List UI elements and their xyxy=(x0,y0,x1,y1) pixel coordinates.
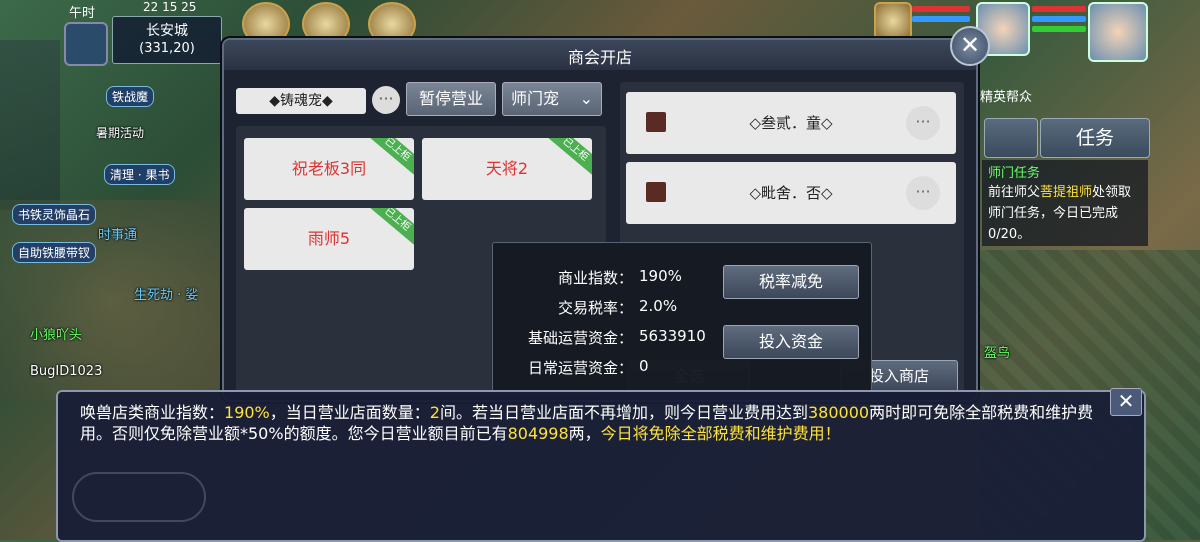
npc-name-3[interactable]: 小狼吖头 xyxy=(30,324,82,343)
tooltip-close-icon[interactable]: ✕ xyxy=(1110,388,1142,416)
location-box[interactable]: 长安城 (331,20) xyxy=(112,16,222,64)
tooltip-panel: 唤兽店类商业指数：190%，当日营业店面数量：2间。若当日营业店面不再增加，则今… xyxy=(56,390,1146,542)
player-avatar[interactable] xyxy=(1088,2,1148,62)
pet-checkbox[interactable] xyxy=(646,112,666,132)
dialog-title: 商会开店 xyxy=(567,48,632,67)
player-hp-bar xyxy=(1032,6,1086,12)
minimap-icon[interactable] xyxy=(64,22,108,66)
city-coords: (331,20) xyxy=(139,41,195,56)
pause-business-button[interactable]: 暂停营业 xyxy=(406,82,496,116)
clock: 22 15 25 xyxy=(143,0,197,14)
chevron-down-icon: ⌄ xyxy=(579,89,593,108)
player-exp-bar xyxy=(1032,26,1086,32)
pet-mp-bar xyxy=(912,16,970,22)
quest-panel[interactable]: 师门任务 前往师父菩提祖师处领取师门任务，今日已完成0/20。 xyxy=(982,160,1148,246)
side-tag-4[interactable]: 书铁灵饰晶石 xyxy=(12,204,97,225)
pet-avatar-icon[interactable] xyxy=(874,2,912,40)
dialog-header: 商会开店 xyxy=(224,40,976,70)
business-info-popup: 商业指数： 190% 交易税率： 2.0% 基础运营资金： 5633910 日常… xyxy=(492,242,872,392)
pet-row-2[interactable]: ◇毗舍．否◇ ··· xyxy=(626,162,956,224)
city-name: 长安城 xyxy=(146,23,188,39)
tooltip-text: 唤兽店类商业指数：190%，当日营业店面数量：2间。若当日营业店面不再增加，则今… xyxy=(80,403,1094,443)
pet-row-1[interactable]: ◇叁贰．童◇ ··· xyxy=(626,92,956,154)
pet-hp-bar xyxy=(912,6,970,12)
info-key-3: 基础运营资金： xyxy=(527,329,633,347)
npc-name-right[interactable]: 盔鸟 xyxy=(984,342,1010,361)
pet-more-button[interactable]: ··· xyxy=(906,176,940,210)
time-period: 午时 xyxy=(69,6,96,21)
tax-relief-button[interactable]: 税率减免 xyxy=(723,265,859,299)
quest-title: 师门任务 xyxy=(988,166,1041,181)
quest-master: 菩提祖师 xyxy=(1040,185,1093,200)
side-tag-2[interactable]: 暑期活动 xyxy=(96,124,144,141)
gang-label: 精英帮众 xyxy=(980,90,1033,105)
timer-icon[interactable] xyxy=(984,118,1038,158)
npc-name-1[interactable]: 时事通 xyxy=(98,224,137,243)
more-options-button[interactable]: ··· xyxy=(372,86,400,114)
category-select-label: 师门宠 xyxy=(511,89,560,108)
pet-checkbox[interactable] xyxy=(646,182,666,202)
goods-card-1[interactable]: 祝老板3同 已上柜 xyxy=(244,138,414,200)
shop-name-field[interactable]: ◆铸魂宠◆ xyxy=(236,88,366,114)
pet-more-button[interactable]: ··· xyxy=(906,106,940,140)
scene-building xyxy=(0,40,60,210)
close-icon[interactable]: ✕ xyxy=(950,26,990,66)
side-tag-5[interactable]: 自助铁腰带钗 xyxy=(12,242,97,263)
info-key-2: 交易税率： xyxy=(557,299,633,317)
invest-funds-button[interactable]: 投入资金 xyxy=(723,325,859,359)
info-key-4: 日常运营资金： xyxy=(527,359,633,377)
npc-name-2[interactable]: 生死劫 · 娑 xyxy=(134,284,198,303)
info-value-2: 2.0% xyxy=(639,297,678,315)
cloud-decoration xyxy=(72,472,206,522)
player-mp-bar xyxy=(1032,16,1086,22)
task-button[interactable]: 任务 xyxy=(1040,118,1150,158)
goods-card-3[interactable]: 雨师5 已上柜 xyxy=(244,208,414,270)
info-value-4: 0 xyxy=(639,357,649,375)
info-value-1: 190% xyxy=(639,267,682,285)
npc-name-4[interactable]: BugID1023 xyxy=(30,364,102,379)
category-select[interactable]: 师门宠 ⌄ xyxy=(502,82,602,116)
goods-card-2[interactable]: 天将2 已上柜 xyxy=(422,138,592,200)
side-tag-1[interactable]: 铁战魔 xyxy=(106,86,155,107)
side-tag-3[interactable]: 清理 · 果书 xyxy=(104,164,176,185)
info-key-1: 商业指数： xyxy=(557,269,633,287)
info-value-3: 5633910 xyxy=(639,327,706,345)
quest-description: 前往师父菩提祖师处领取师门任务，今日已完成0/20。 xyxy=(988,185,1132,242)
